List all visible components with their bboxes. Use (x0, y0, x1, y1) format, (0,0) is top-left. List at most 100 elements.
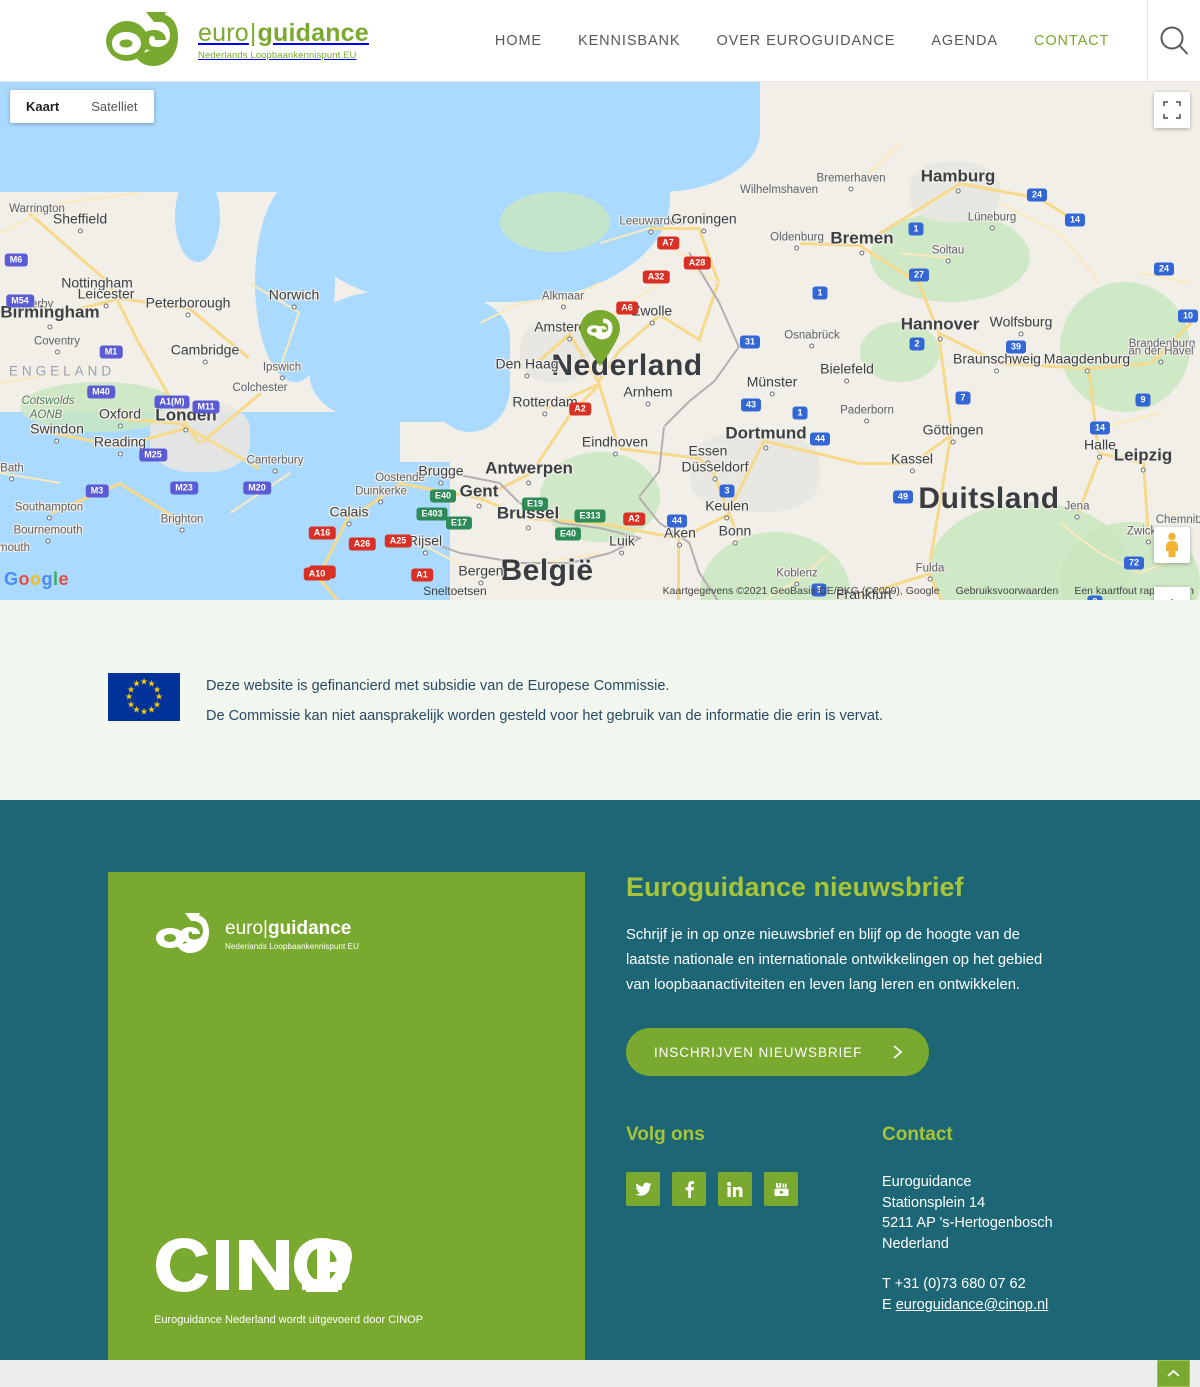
nav-item-kennisbank[interactable]: KENNISBANK (578, 33, 680, 49)
map-road-shield: A1 (411, 568, 433, 582)
map-road-shield: E19 (521, 497, 549, 511)
newsletter-title: Euroguidance nieuwsbrief (626, 872, 964, 902)
city-dot (1145, 539, 1151, 545)
map-data-attribution: Kaartgegevens ©2021 GeoBasis-DE/BKG (©20… (662, 585, 940, 597)
eu-flag-icon: ★ ★ ★ ★ ★ ★ ★ ★ ★ ★ ★ ★ (108, 673, 180, 721)
site-footer: euro|guidance Nederlands Loopbaankennisp… (0, 800, 1200, 1387)
fullscreen-icon (1163, 101, 1181, 119)
site-logo[interactable]: euro|guidance Nederlands Loopbaankennisp… (104, 10, 369, 72)
map-road-shield: 9 (1135, 393, 1151, 407)
logo-word-euro: euro (198, 19, 249, 48)
city-dot (117, 423, 123, 429)
newsletter-signup-label: INSCHRIJVEN NIEUWSBRIEF (654, 1044, 863, 1060)
eu-notice-inner: ★ ★ ★ ★ ★ ★ ★ ★ ★ ★ ★ ★ Deze website is gefinancier… (108, 669, 883, 731)
city-dot (645, 401, 651, 407)
map-road-shield: A10 (303, 567, 331, 581)
city-dot (945, 258, 951, 264)
map-city-label: Brighton (161, 514, 203, 533)
euroguidance-location-marker[interactable] (578, 309, 622, 367)
twitter-link[interactable] (626, 1172, 660, 1206)
map-city-label: Rotterdam (512, 394, 578, 417)
map-city-label: Lüneburg (968, 212, 1016, 231)
map-attribution-bar: Sneltoetsen Kaartgegevens ©2021 GeoBasis… (0, 582, 1200, 600)
map-city-label: Jena (1065, 501, 1089, 520)
chevron-up-icon (1167, 1369, 1180, 1377)
nav-item-over-euroguidance[interactable]: OVER EUROGUIDANCE (716, 33, 895, 49)
footer-logo-tagline: Nederlands Loopbaankennispunt EU (225, 941, 359, 951)
map-zoom-control[interactable]: + − (1154, 587, 1190, 600)
map-city-label: Bremerhaven (816, 173, 886, 192)
map-terms-link[interactable]: Gebruiksvoorwaarden (956, 585, 1059, 597)
footer-logo-title: euro|guidance (225, 919, 359, 939)
scroll-to-top-button[interactable] (1157, 1360, 1190, 1387)
city-dot (567, 336, 573, 342)
city-dot (202, 359, 208, 365)
city-dot (54, 438, 60, 444)
city-dot (909, 468, 915, 474)
contact-phone: T +31 (0)73 680 07 62 (882, 1276, 1026, 1292)
map-city-label: Braunschweig (953, 351, 1041, 374)
eu-flag-star: ★ (147, 704, 156, 715)
map-road-shield: E17 (445, 516, 473, 530)
map-zoom-in-button[interactable]: + (1154, 587, 1190, 600)
nav-item-agenda[interactable]: AGENDA (931, 33, 998, 49)
city-dot (9, 476, 15, 482)
facebook-link[interactable] (672, 1172, 706, 1206)
map-type-control[interactable]: Kaart Satelliet (10, 90, 154, 123)
city-dot (45, 538, 51, 544)
map-road-shield: 1 (908, 222, 924, 236)
footer-logo-word-euro: euro (225, 918, 264, 940)
map-city-label: Zwolle (632, 303, 672, 326)
street-view-pegman-icon (1166, 532, 1178, 557)
map-city-label: Leipzig (1114, 446, 1172, 473)
contact-title: Contact (882, 1124, 953, 1145)
map-road-shield: 1 (812, 286, 828, 300)
city-dot (848, 186, 854, 192)
map-city-label: Peterborough (146, 295, 230, 318)
map-city-label: Cambridge (171, 342, 239, 365)
map-fullscreen-button[interactable] (1154, 92, 1190, 128)
footer-right-column: Euroguidance nieuwsbrief Schrijf je in o… (585, 872, 1092, 1366)
map-city-label: Oxford (99, 406, 141, 429)
nav-item-contact[interactable]: CONTACT (1034, 33, 1109, 49)
map-road-shield: 7 (955, 391, 971, 405)
map-keyboard-shortcuts[interactable]: Sneltoetsen (423, 584, 486, 598)
city-dot (809, 343, 815, 349)
newsletter-signup-button[interactable]: INSCHRIJVEN NIEUWSBRIEF (626, 1028, 930, 1076)
map-road-shield: A1(M) (154, 395, 190, 409)
city-dot (54, 349, 60, 355)
map-type-satelliet-button[interactable]: Satelliet (75, 90, 154, 123)
contact-email-link[interactable]: euroguidance@cinop.nl (896, 1297, 1049, 1313)
map-road-shield: A2 (569, 402, 591, 416)
map-road-shield: 44 (809, 432, 831, 446)
map-road-shield: M20 (243, 481, 271, 495)
map-pin-icon (580, 310, 620, 366)
map-city-label: Duinkerke (355, 486, 407, 505)
city-dot (619, 550, 625, 556)
youtube-link[interactable] (764, 1172, 798, 1206)
google-map[interactable]: ENGELAND Nederland Duitsland België Warringt… (0, 82, 1200, 600)
chevron-right-icon (893, 1045, 903, 1059)
city-dot (179, 527, 185, 533)
map-street-view-button[interactable] (1154, 527, 1190, 563)
map-city-label: Arnhem (623, 384, 673, 407)
footer-inner: euro|guidance Nederlands Loopbaankennisp… (108, 800, 1092, 1366)
map-city-label: mouth (0, 542, 30, 554)
search-button[interactable] (1148, 0, 1200, 82)
map-road-shield: 3 (719, 484, 735, 498)
map-type-kaart-button[interactable]: Kaart (10, 90, 76, 123)
map-city-label: Aken (664, 525, 696, 548)
map-city-label: Rijsel (408, 533, 442, 556)
city-dot (476, 503, 482, 509)
map-city-label: Bonn (719, 523, 751, 546)
city-dot (1140, 467, 1146, 473)
city-dot (769, 391, 775, 397)
map-city-label: Southampton (15, 502, 83, 521)
contact-city: 5211 AP 's-Hertogenbosch (882, 1215, 1053, 1231)
linkedin-link[interactable] (718, 1172, 752, 1206)
nav-item-home[interactable]: HOME (495, 33, 542, 49)
logo-title: euro|guidance (198, 20, 369, 46)
city-dot (950, 439, 956, 445)
logo-tagline: Nederlands Loopbaankennispunt EU (198, 49, 357, 61)
map-green-label: Cotswolds (21, 395, 75, 407)
